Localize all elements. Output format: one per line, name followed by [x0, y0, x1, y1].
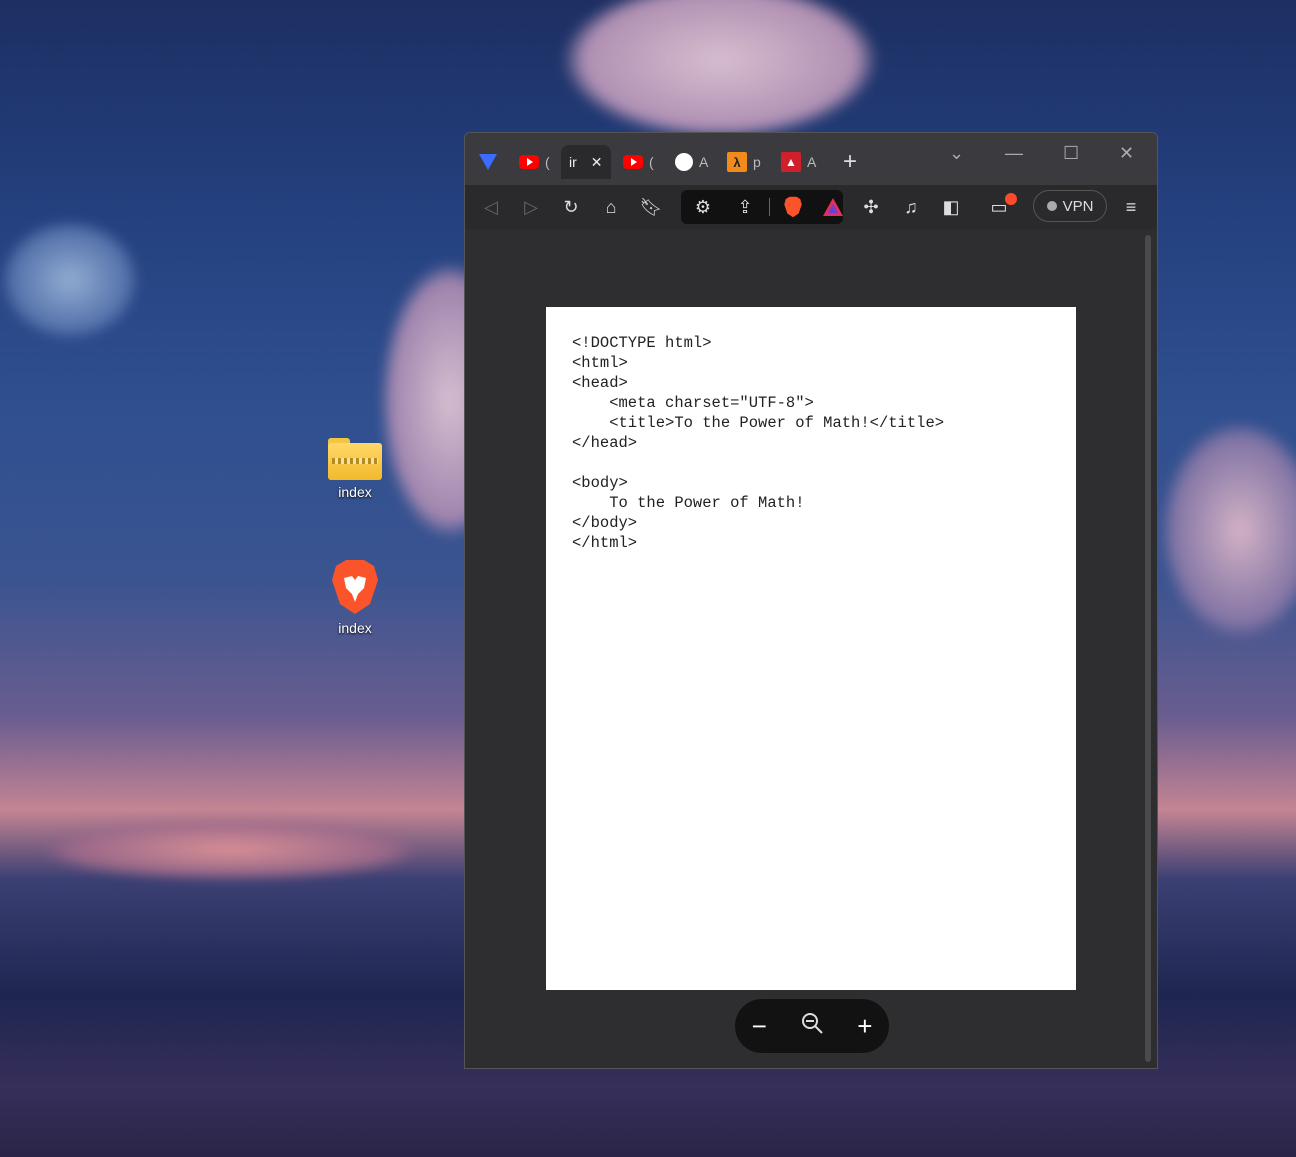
tab-strip: ( ir ✕ ( A λ p ▲ A + ⌄ — ☐ ✕: [465, 133, 1157, 185]
browser-window: ( ir ✕ ( A λ p ▲ A + ⌄ — ☐ ✕ ◁ ▷ ↻ ⌂ 🔖︎ …: [464, 132, 1158, 1069]
tab-aws[interactable]: λ p: [727, 145, 761, 179]
close-tab-icon[interactable]: ✕: [591, 154, 603, 171]
red-triangle-icon: ▲: [781, 152, 801, 172]
desktop-icon-zip[interactable]: index: [320, 438, 390, 500]
share-icon[interactable]: ⇪: [733, 195, 757, 219]
youtube-icon: [519, 155, 539, 169]
tab-github[interactable]: A: [675, 145, 708, 179]
notification-dot: [1005, 193, 1017, 205]
tab-label: A: [699, 154, 709, 170]
back-button[interactable]: ◁: [479, 195, 503, 219]
bookmark-button[interactable]: 🔖︎: [639, 195, 663, 219]
vpn-button[interactable]: VPN: [1033, 190, 1107, 222]
zip-folder-icon: [328, 438, 382, 480]
vpn-status-icon: [1046, 201, 1057, 211]
vpn-label: VPN: [1062, 197, 1094, 215]
document-source: <!DOCTYPE html> <html> <head> <meta char…: [572, 334, 945, 552]
brave-shields-icon[interactable]: [781, 195, 805, 219]
desktop-icon-label: index: [338, 620, 372, 636]
tab-red[interactable]: ▲ A: [781, 145, 816, 179]
tab-label: (: [649, 154, 654, 170]
close-window-button[interactable]: ✕: [1119, 143, 1134, 164]
wallpaper-cloud: [1160, 420, 1296, 640]
zoom-out-button[interactable]: −: [752, 1011, 767, 1042]
wallpaper-cloud: [0, 220, 140, 340]
address-bar[interactable]: ⚙︎ ⇪: [681, 190, 843, 224]
scrollbar[interactable]: [1145, 235, 1151, 1062]
document-page: <!DOCTYPE html> <html> <head> <meta char…: [546, 307, 1076, 990]
hamburger-icon[interactable]: ≡: [1119, 195, 1143, 219]
zoom-reset-icon[interactable]: [800, 1011, 824, 1042]
media-icon[interactable]: ♫: [899, 195, 923, 219]
tab-youtube-1[interactable]: (: [519, 145, 550, 179]
aws-lambda-icon: λ: [727, 152, 747, 172]
maximize-button[interactable]: ☐: [1063, 143, 1079, 164]
tab-label: p: [753, 154, 761, 170]
zoom-in-button[interactable]: +: [857, 1011, 872, 1042]
brave-shield-icon: [479, 154, 497, 170]
tab-brave-shield[interactable]: [479, 145, 497, 179]
tab-label: A: [807, 154, 817, 170]
reload-button[interactable]: ↻: [559, 195, 583, 219]
tab-label: (: [545, 154, 550, 170]
plus-icon: +: [843, 148, 858, 175]
site-settings-icon[interactable]: ⚙︎: [691, 195, 715, 219]
tab-search-chevron-icon[interactable]: ⌄: [949, 143, 964, 164]
minimize-button[interactable]: —: [1005, 143, 1023, 164]
github-icon: [675, 153, 693, 171]
extensions-icon[interactable]: ✣: [859, 195, 883, 219]
youtube-icon: [623, 155, 643, 169]
address-divider: [769, 198, 770, 216]
wallpaper-cloud: [560, 0, 880, 140]
tab-active[interactable]: ir ✕: [561, 145, 611, 179]
zoom-controls: − +: [735, 999, 889, 1053]
wallpaper-cloud: [40, 820, 420, 880]
home-button[interactable]: ⌂: [599, 195, 623, 219]
tab-youtube-2[interactable]: (: [623, 145, 654, 179]
desktop-icon-label: index: [338, 484, 372, 500]
brave-rewards-icon[interactable]: [821, 195, 845, 219]
desktop-icon-brave[interactable]: index: [320, 558, 390, 636]
brave-browser-icon: [330, 558, 380, 616]
new-tab-button[interactable]: +: [843, 145, 857, 179]
pdf-viewer: <!DOCTYPE html> <html> <head> <meta char…: [465, 229, 1157, 1068]
toolbar: ◁ ▷ ↻ ⌂ 🔖︎ ⚙︎ ⇪ ✣ ♫ ◧ ▭ VPN ≡: [465, 185, 1157, 229]
sidebar-toggle-icon[interactable]: ◧: [939, 195, 963, 219]
wallet-icon[interactable]: ▭: [987, 193, 1017, 219]
forward-button[interactable]: ▷: [519, 195, 543, 219]
tab-label: ir: [569, 154, 577, 170]
